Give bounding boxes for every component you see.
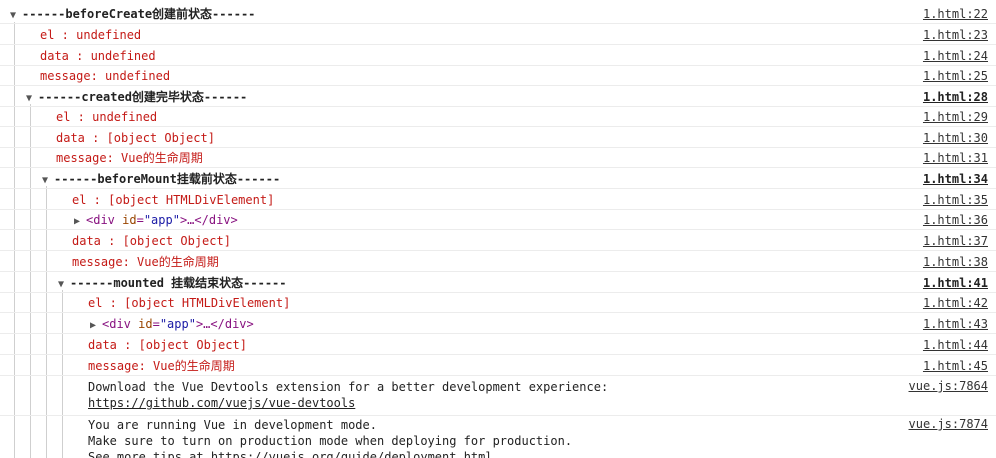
source-link[interactable]: vue.js:7864	[909, 376, 988, 396]
source-link[interactable]: 1.html:37	[923, 231, 988, 251]
log-text: message: undefined	[40, 69, 171, 83]
source-link[interactable]: 1.html:45	[923, 356, 988, 376]
attr-name: id	[138, 317, 153, 331]
source-link[interactable]: 1.html:36	[923, 210, 988, 230]
log-row: message: Vue的生命周期 1.html:31	[0, 148, 996, 168]
source-link[interactable]: 1.html:25	[923, 66, 988, 86]
deployment-link[interactable]: https://vuejs.org/guide/deployment.html	[211, 450, 493, 458]
log-text: message: Vue的生命周期	[56, 151, 203, 165]
source-link[interactable]: vue.js:7874	[909, 414, 988, 434]
log-text: data : [object Object]	[56, 131, 215, 145]
group-header-before-mount[interactable]: ▼ ------beforeMount挂载前状态------ 1.html:34	[0, 169, 996, 189]
tag-open: <div	[86, 213, 115, 227]
log-row: message: Vue的生命周期 1.html:38	[0, 252, 996, 272]
source-link[interactable]: 1.html:44	[923, 335, 988, 355]
devmode-message: You are running Vue in development mode.…	[0, 414, 996, 458]
log-row: el : undefined 1.html:29	[0, 107, 996, 127]
source-link[interactable]: 1.html:30	[923, 128, 988, 148]
log-text: el : [object HTMLDivElement]	[72, 193, 275, 207]
log-row: data : [object Object] 1.html:37	[0, 231, 996, 251]
attr-eq: =	[152, 317, 160, 331]
source-link[interactable]: 1.html:31	[923, 148, 988, 168]
log-row: data : [object Object] 1.html:30	[0, 128, 996, 148]
log-text: data : [object Object]	[72, 234, 231, 248]
log-row: data : undefined 1.html:24	[0, 46, 996, 66]
tag-close: >…</div>	[179, 213, 238, 227]
attr-eq: =	[136, 213, 144, 227]
log-row: el : undefined 1.html:23	[0, 25, 996, 45]
attr-value: "app"	[159, 317, 196, 331]
source-link[interactable]: 1.html:35	[923, 190, 988, 210]
source-link[interactable]: 1.html:24	[923, 46, 988, 66]
devmode-text-3: See more tips at	[88, 450, 211, 458]
attr-name: id	[122, 213, 137, 227]
collapsed-triangle-icon[interactable]: ▶	[74, 212, 86, 232]
expanded-triangle-icon[interactable]: ▼	[10, 6, 22, 26]
expanded-triangle-icon[interactable]: ▼	[42, 171, 54, 191]
source-link[interactable]: 1.html:42	[923, 293, 988, 313]
group-title: ------created创建完毕状态------	[38, 90, 248, 104]
source-link[interactable]: 1.html:43	[923, 314, 988, 334]
tag-open: <div	[102, 317, 131, 331]
source-link[interactable]: 1.html:22	[923, 4, 988, 24]
expanded-triangle-icon[interactable]: ▼	[26, 89, 38, 109]
source-link[interactable]: 1.html:23	[923, 25, 988, 45]
group-title: ------beforeMount挂载前状态------	[54, 172, 281, 186]
attr-value: "app"	[143, 213, 180, 227]
source-link[interactable]: 1.html:41	[923, 273, 988, 293]
log-row: message: undefined 1.html:25	[0, 66, 996, 86]
group-header-created[interactable]: ▼ ------created创建完毕状态------ 1.html:28	[0, 87, 996, 107]
tag-close: >…</div>	[195, 317, 254, 331]
log-text: el : undefined	[40, 28, 142, 42]
log-row: el : [object HTMLDivElement] 1.html:42	[0, 293, 996, 313]
devtools-link[interactable]: https://github.com/vuejs/vue-devtools	[88, 395, 608, 411]
devmode-text-1: You are running Vue in development mode.	[88, 418, 377, 432]
log-text: el : undefined	[56, 110, 158, 124]
collapsed-triangle-icon[interactable]: ▶	[90, 316, 102, 336]
log-text: data : [object Object]	[88, 338, 247, 352]
group-title: ------beforeCreate创建前状态------	[22, 7, 256, 21]
source-link[interactable]: 1.html:38	[923, 252, 988, 272]
devtools-message: Download the Vue Devtools extension for …	[0, 376, 996, 416]
source-link[interactable]: 1.html:29	[923, 107, 988, 127]
devtools-text: Download the Vue Devtools extension for …	[88, 380, 609, 394]
log-text: message: Vue的生命周期	[88, 359, 235, 373]
source-link[interactable]: 1.html:34	[923, 169, 988, 189]
group-title: ------mounted 挂载结束状态------	[70, 276, 287, 290]
log-text: data : undefined	[40, 49, 156, 63]
log-text: el : [object HTMLDivElement]	[88, 296, 291, 310]
devmode-text-2: Make sure to turn on production mode whe…	[88, 434, 573, 448]
source-link[interactable]: 1.html:28	[923, 87, 988, 107]
console-panel: ▼ ------beforeCreate创建前状态------ 1.html:22…	[0, 0, 996, 458]
group-header-before-create[interactable]: ▼ ------beforeCreate创建前状态------ 1.html:22	[0, 4, 996, 24]
expanded-triangle-icon[interactable]: ▼	[58, 275, 70, 295]
log-row: data : [object Object] 1.html:44	[0, 335, 996, 355]
group-header-mounted[interactable]: ▼ ------mounted 挂载结束状态------ 1.html:41	[0, 273, 996, 293]
log-row: message: Vue的生命周期 1.html:45	[0, 356, 996, 376]
dom-node-row[interactable]: ▶ <div id="app">…</div> 1.html:43	[0, 314, 996, 334]
log-row: el : [object HTMLDivElement] 1.html:35	[0, 190, 996, 210]
dom-node-row[interactable]: ▶ <div id="app">…</div> 1.html:36	[0, 210, 996, 230]
log-text: message: Vue的生命周期	[72, 255, 219, 269]
